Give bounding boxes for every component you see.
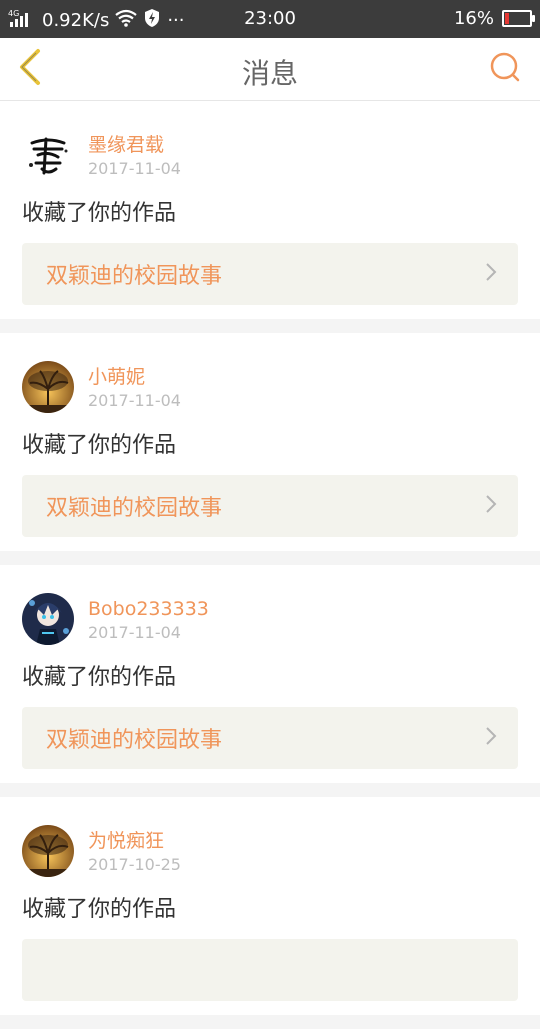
battery-icon (502, 10, 535, 27)
avatar[interactable] (22, 361, 74, 413)
message-date: 2017-10-25 (88, 854, 181, 874)
message-date: 2017-11-04 (88, 390, 181, 410)
message-card: 小萌妮 2017-11-04 收藏了你的作品 双颖迪的校园故事 (0, 333, 540, 551)
chevron-right-icon (484, 493, 498, 519)
work-link[interactable] (22, 939, 518, 1001)
message-card: 墨缘君载 2017-11-04 收藏了你的作品 双颖迪的校园故事 (0, 101, 540, 319)
page-title: 消息 (241, 57, 298, 90)
message-date: 2017-11-04 (88, 622, 181, 642)
work-title: 双颖迪的校园故事 (46, 728, 223, 753)
work-title: 双颖迪的校园故事 (46, 264, 223, 289)
chevron-right-icon (484, 261, 498, 287)
chevron-right-icon (484, 725, 498, 751)
work-link[interactable]: 双颖迪的校园故事 (22, 707, 518, 769)
action-text: 收藏了你的作品 (22, 897, 177, 922)
status-bar: 4G 0.92K/s ··· 23:00 16% (0, 0, 540, 38)
avatar[interactable] (22, 593, 74, 645)
action-text: 收藏了你的作品 (22, 201, 177, 226)
message-list: 墨缘君载 2017-11-04 收藏了你的作品 双颖迪的校园故事 小萌妮 201… (0, 101, 540, 1029)
username[interactable]: 小萌妮 (88, 365, 181, 389)
username[interactable]: 为悦痴狂 (88, 829, 181, 853)
work-link[interactable]: 双颖迪的校园故事 (22, 243, 518, 305)
message-card: 为悦痴狂 2017-10-25 收藏了你的作品 (0, 797, 540, 1015)
message-date: 2017-11-04 (88, 158, 181, 178)
avatar[interactable] (22, 825, 74, 877)
search-button[interactable] (488, 52, 522, 86)
avatar[interactable] (22, 129, 74, 181)
status-right: 16% (453, 8, 535, 29)
action-text: 收藏了你的作品 (22, 433, 177, 458)
action-text: 收藏了你的作品 (22, 665, 177, 690)
work-title: 双颖迪的校园故事 (46, 496, 223, 521)
work-link[interactable]: 双颖迪的校园故事 (22, 475, 518, 537)
battery-percent: 16% (453, 8, 494, 29)
username[interactable]: 墨缘君载 (88, 133, 181, 157)
search-icon (489, 51, 521, 87)
username[interactable]: Bobo233333 (88, 597, 209, 621)
nav-header: 消息 (0, 38, 540, 101)
message-card: Bobo233333 2017-11-04 收藏了你的作品 双颖迪的校园故事 (0, 565, 540, 783)
